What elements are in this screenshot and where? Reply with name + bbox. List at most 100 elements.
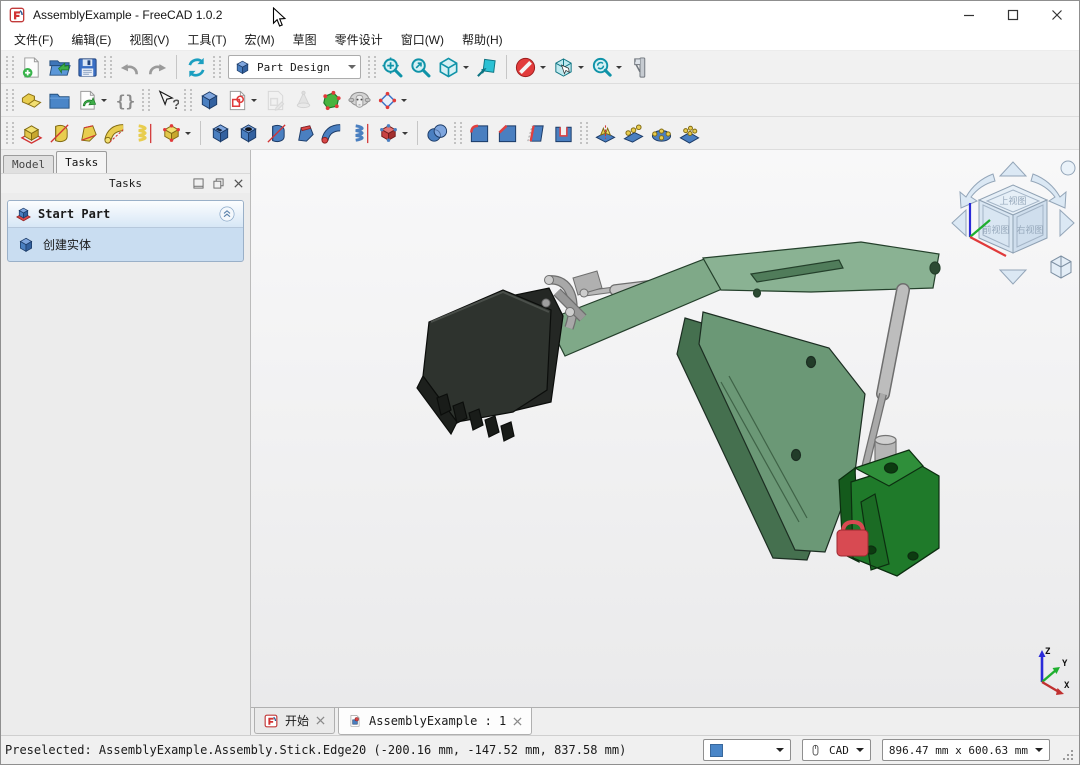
save-document-button[interactable] — [73, 53, 101, 81]
menu-item-help[interactable]: 帮助(H) — [453, 28, 512, 51]
toolbar-handle[interactable] — [104, 56, 112, 78]
viewport-dimensions-selector[interactable]: 896.47 mm x 600.63 mm — [882, 739, 1050, 761]
validate-sketch-button[interactable] — [317, 86, 345, 114]
toolbar-handle[interactable] — [6, 56, 14, 78]
close-button[interactable] — [1035, 1, 1079, 28]
toolbar-handle[interactable] — [6, 89, 14, 111]
sync-view-button[interactable] — [588, 53, 616, 81]
fillet-button[interactable] — [465, 119, 493, 147]
navigation-cube[interactable]: 上视图 前视图 右视图 — [949, 159, 1077, 287]
draw-style-button[interactable] — [512, 53, 540, 81]
menu-item-tools[interactable]: 工具(T) — [178, 28, 235, 51]
dropdown-arrow-icon[interactable] — [251, 99, 257, 105]
undo-button[interactable] — [115, 53, 143, 81]
panel-close-button[interactable] — [232, 177, 245, 190]
create-body-button[interactable] — [195, 86, 223, 114]
refresh-button[interactable] — [182, 53, 210, 81]
navcube-circle-button[interactable] — [1061, 161, 1075, 175]
dropdown-arrow-icon[interactable] — [776, 748, 784, 756]
hole-button[interactable] — [234, 119, 262, 147]
navcube-top-label[interactable]: 上视图 — [999, 195, 1026, 206]
panel-float-button[interactable] — [212, 177, 225, 190]
menu-item-file[interactable]: 文件(F) — [5, 28, 62, 51]
navcube-arrow-left[interactable] — [952, 210, 966, 236]
toolbar-handle[interactable] — [454, 122, 462, 144]
tab-close-button[interactable] — [513, 717, 522, 726]
boolean-button[interactable] — [423, 119, 451, 147]
multitransform-button[interactable] — [675, 119, 703, 147]
additive-primitive-button[interactable] — [157, 119, 185, 147]
navcube-arrow-up[interactable] — [1000, 162, 1026, 176]
fit-selection-button[interactable] — [407, 53, 435, 81]
menu-item-partdesign[interactable]: 零件设计 — [326, 28, 392, 51]
mdi-tab-document[interactable]: AssemblyExample : 1 — [338, 708, 532, 735]
section-collapse-button[interactable] — [218, 205, 236, 223]
additive-loft-button[interactable] — [73, 119, 101, 147]
dropdown-arrow-icon[interactable] — [463, 66, 469, 72]
measure-button[interactable] — [626, 53, 654, 81]
task-section-header[interactable]: Start Part — [8, 201, 243, 228]
menu-item-view[interactable]: 视图(V) — [120, 28, 178, 51]
3d-viewport[interactable]: 上视图 前视图 右视图 — [251, 150, 1079, 707]
make-link-button[interactable] — [73, 86, 101, 114]
dropdown-arrow-icon[interactable] — [540, 66, 546, 72]
polar-pattern-button[interactable] — [647, 119, 675, 147]
dropdown-arrow-icon[interactable] — [1035, 748, 1043, 756]
draft-button[interactable] — [521, 119, 549, 147]
whats-this-button[interactable]: ? — [153, 86, 181, 114]
navcube-arrow-down[interactable] — [1000, 270, 1026, 284]
new-document-button[interactable] — [17, 53, 45, 81]
dock-tab-model[interactable]: Model — [3, 155, 54, 173]
workbench-selector[interactable]: Part Design — [228, 55, 361, 79]
toolbar-handle[interactable] — [184, 89, 192, 111]
dropdown-arrow-icon[interactable] — [402, 132, 408, 138]
axonometric-view-button[interactable] — [435, 53, 463, 81]
fit-all-button[interactable] — [379, 53, 407, 81]
create-sketch-button[interactable] — [223, 86, 251, 114]
additive-helix-button[interactable] — [129, 119, 157, 147]
groove-button[interactable] — [262, 119, 290, 147]
navcube-front-label[interactable]: 前视图 — [982, 224, 1009, 235]
chamfer-button[interactable] — [493, 119, 521, 147]
dropdown-arrow-icon[interactable] — [856, 748, 864, 756]
menu-item-window[interactable]: 窗口(W) — [392, 28, 453, 51]
menu-item-sketch[interactable]: 草图 — [284, 28, 326, 51]
toolbar-handle[interactable] — [142, 89, 150, 111]
navcube-right-label[interactable]: 右视图 — [1016, 224, 1043, 235]
resize-grip[interactable] — [1062, 749, 1075, 762]
dropdown-arrow-icon[interactable] — [101, 99, 107, 105]
bucket[interactable] — [417, 288, 563, 441]
create-datum-button[interactable] — [373, 86, 401, 114]
subtractive-primitive-button[interactable] — [374, 119, 402, 147]
toolbar-handle[interactable] — [213, 56, 221, 78]
pad-button[interactable] — [17, 119, 45, 147]
toolbar-handle[interactable] — [368, 56, 376, 78]
create-body-task-button[interactable]: 创建实体 — [8, 228, 243, 261]
toolbar-handle[interactable] — [580, 122, 588, 144]
panel-minimize-button[interactable] — [192, 177, 205, 190]
align-to-selection-button[interactable] — [473, 53, 501, 81]
navcube-cube[interactable]: 上视图 前视图 右视图 — [979, 185, 1047, 253]
view-style-selector[interactable] — [703, 739, 791, 761]
pocket-button[interactable] — [206, 119, 234, 147]
tab-close-button[interactable] — [316, 716, 325, 725]
linear-pattern-button[interactable] — [619, 119, 647, 147]
navcube-mini-cube-button[interactable] — [1051, 256, 1071, 278]
shape-binder-button[interactable] — [345, 86, 373, 114]
expression-varset-button[interactable]: {} — [111, 86, 139, 114]
navcube-arrow-right[interactable] — [1060, 210, 1074, 236]
menu-item-edit[interactable]: 编辑(E) — [62, 28, 120, 51]
thickness-button[interactable] — [549, 119, 577, 147]
toolbar-handle[interactable] — [6, 122, 14, 144]
maximize-button[interactable] — [991, 1, 1035, 28]
open-document-button[interactable] — [45, 53, 73, 81]
dropdown-arrow-icon[interactable] — [344, 56, 360, 78]
boom-plate[interactable] — [677, 312, 865, 560]
mirrored-button[interactable] — [591, 119, 619, 147]
subtractive-helix-button[interactable] — [346, 119, 374, 147]
revolution-button[interactable] — [45, 119, 73, 147]
dropdown-arrow-icon[interactable] — [185, 132, 191, 138]
dropdown-arrow-icon[interactable] — [578, 66, 584, 72]
subtractive-pipe-button[interactable] — [318, 119, 346, 147]
minimize-button[interactable] — [947, 1, 991, 28]
